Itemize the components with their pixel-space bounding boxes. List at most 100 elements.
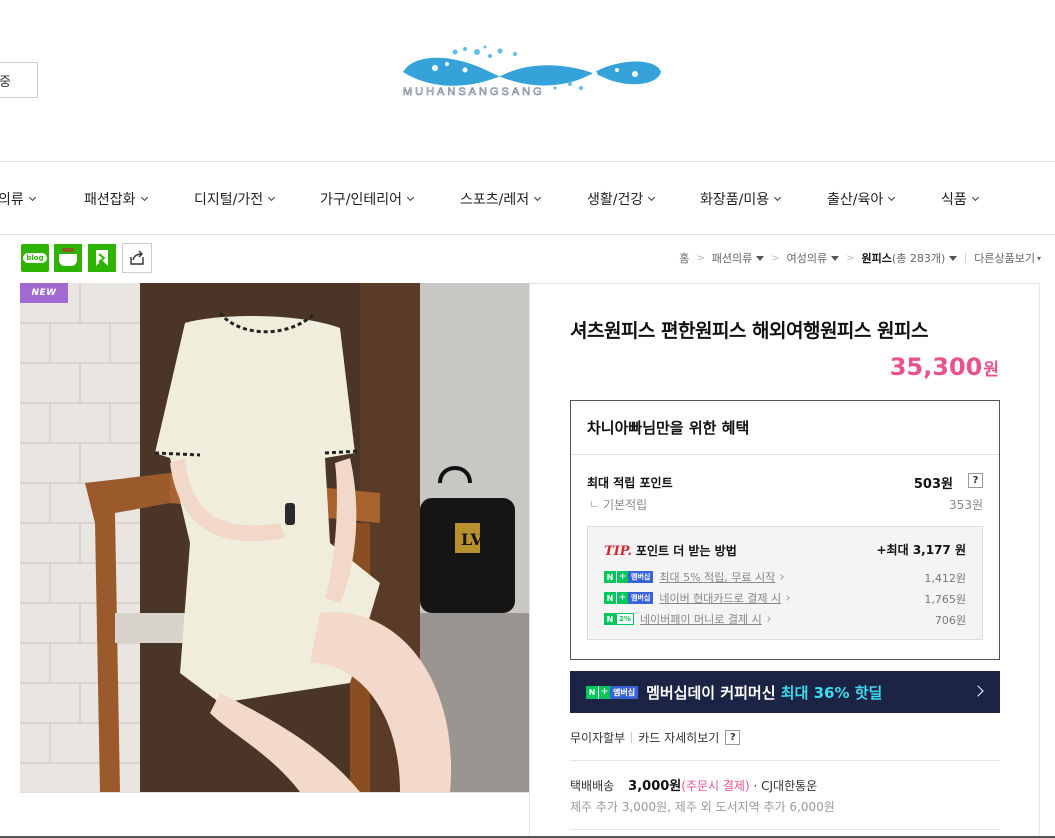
breadcrumb-home[interactable]: 홈 bbox=[679, 250, 689, 266]
tip-value: 1,412원 bbox=[924, 572, 966, 585]
naver-pay-badge: N 2% bbox=[604, 613, 634, 625]
new-badge: NEW bbox=[20, 283, 68, 303]
help-icon[interactable]: ? bbox=[725, 730, 741, 745]
tip-heading-text: 포인트 더 받는 방법 bbox=[635, 544, 737, 558]
plus-icon: + bbox=[616, 571, 628, 583]
plus-icon: + bbox=[616, 592, 628, 604]
plus-icon: + bbox=[598, 685, 610, 699]
breadcrumb-count: (총 283개) bbox=[891, 252, 946, 265]
naver-membership-badge: N + 멤버십 bbox=[604, 571, 654, 583]
base-point-value: 353원 bbox=[949, 498, 983, 512]
nav-item-label: 식품 bbox=[941, 192, 967, 208]
search-input[interactable]: 중 bbox=[0, 62, 38, 98]
shipping-note: (주문시 결제) bbox=[681, 779, 750, 793]
shipping-extra: 제주 추가 3,000원, 제주 외 도서지역 추가 6,000원 bbox=[570, 800, 835, 814]
nav-item-furniture[interactable]: 가구/인테리어 bbox=[320, 189, 415, 209]
breadcrumb-separator: > bbox=[771, 252, 780, 264]
naver-membership-badge: N + 멤버십 bbox=[604, 592, 654, 604]
nav-item-clothing[interactable]: 의류 bbox=[0, 189, 36, 209]
share-button[interactable] bbox=[122, 243, 152, 273]
tip-value: 1,765원 bbox=[924, 593, 966, 606]
payment-divider bbox=[631, 732, 633, 743]
shipping-row: 택배배송 3,000원(주문시 결제) · CJ대한통운 bbox=[570, 775, 817, 794]
caret-down-icon[interactable] bbox=[949, 255, 958, 261]
banner-text: 멤버십데이 커피머신 최대 36% 핫딜 bbox=[646, 682, 882, 703]
nav-item-fashion-goods[interactable]: 패션잡화 bbox=[84, 189, 148, 209]
header-divider bbox=[0, 161, 1055, 162]
caret-down-icon[interactable] bbox=[831, 255, 840, 261]
nav-item-label: 가구/인테리어 bbox=[320, 192, 402, 208]
nav-item-label: 화장품/미용 bbox=[700, 192, 770, 208]
nav-item-baby[interactable]: 출산/육아 bbox=[827, 189, 896, 209]
indent-icon bbox=[591, 501, 597, 507]
tip-row[interactable]: N + 멤버십 최대 5% 적립, 무료 시작 bbox=[604, 569, 785, 585]
chevron-down-icon bbox=[888, 193, 896, 201]
naver-n-icon: N bbox=[604, 592, 616, 604]
tip-link[interactable]: 네이버페이 머니로 결제 시 bbox=[640, 611, 762, 627]
banner-highlight: 최대 36% 핫딜 bbox=[780, 683, 883, 702]
shipping-label: 택배배송 bbox=[570, 779, 615, 793]
chevron-down-icon bbox=[648, 193, 656, 201]
logo-text: MUHANSANGSANG bbox=[403, 86, 545, 99]
nav-item-label: 출산/육아 bbox=[827, 192, 884, 208]
nav-item-label: 스포츠/레저 bbox=[460, 192, 530, 208]
breadcrumb-divider bbox=[965, 253, 967, 263]
nav-item-label: 생활/건강 bbox=[587, 192, 644, 208]
chevron-down-icon bbox=[971, 193, 979, 201]
base-point-label: 기본적립 bbox=[591, 496, 647, 513]
membership-label: 멤버십 bbox=[610, 685, 639, 699]
product-image[interactable]: LV bbox=[20, 283, 529, 792]
shipping-divider bbox=[570, 760, 1000, 761]
max-point-value: 503원 bbox=[913, 477, 953, 492]
product-title: 셔츠원피스 편한원피스 해외여행원피스 원피스 bbox=[570, 320, 928, 342]
nav-divider bbox=[0, 234, 1055, 235]
shipping-carrier: · CJ대한통운 bbox=[753, 779, 818, 793]
breadcrumb-level2[interactable]: 여성의류 bbox=[787, 250, 827, 266]
tip-word: TIP. bbox=[604, 544, 632, 559]
tip-heading: TIP. 포인트 더 받는 방법 bbox=[604, 542, 737, 559]
payment-row: 무이자할부 카드 자세히보기 ? bbox=[570, 729, 741, 746]
chevron-right-icon bbox=[784, 595, 790, 601]
nav-item-beauty[interactable]: 화장품/미용 bbox=[700, 189, 782, 209]
tip-row[interactable]: N 2% 네이버페이 머니로 결제 시 bbox=[604, 611, 771, 627]
help-icon[interactable]: ? bbox=[968, 473, 983, 488]
breadcrumb-level1[interactable]: 패션의류 bbox=[712, 250, 752, 266]
chevron-down-icon bbox=[268, 193, 276, 201]
blog-share-button[interactable]: blog bbox=[21, 244, 49, 272]
tip-link[interactable]: 네이버 현대카드로 결제 시 bbox=[659, 590, 781, 606]
breadcrumb-separator: > bbox=[696, 252, 705, 264]
nav-item-sports[interactable]: 스포츠/레저 bbox=[460, 189, 542, 209]
info-frame-right bbox=[1039, 283, 1040, 838]
price-value: 35,300 bbox=[889, 353, 983, 381]
blog-icon: blog bbox=[23, 253, 47, 263]
base-point-label-text: 기본적립 bbox=[603, 498, 648, 512]
breadcrumb-separator: > bbox=[846, 252, 855, 264]
chevron-right-icon bbox=[764, 616, 771, 622]
card-detail-link[interactable]: 카드 자세히보기 bbox=[638, 729, 719, 746]
chevron-right-icon bbox=[972, 685, 984, 697]
nav-item-living[interactable]: 생활/건강 bbox=[587, 189, 656, 209]
naver-n-icon: N bbox=[586, 685, 598, 699]
shipping-amount: 3,000원 bbox=[628, 779, 682, 794]
cafe-share-button[interactable] bbox=[54, 244, 82, 272]
search-input-text: 중 bbox=[0, 74, 11, 90]
nav-item-digital[interactable]: 디지털/가전 bbox=[194, 189, 276, 209]
membership-day-banner[interactable]: N + 멤버십 멤버십데이 커피머신 최대 36% 핫딜 bbox=[570, 671, 1000, 713]
cafe-icon bbox=[59, 248, 77, 266]
breadcrumb-current[interactable]: 원피스 bbox=[862, 250, 892, 266]
installment-label: 무이자할부 bbox=[570, 731, 626, 745]
tip-link[interactable]: 최대 5% 적립, 무료 시작 bbox=[659, 569, 775, 585]
breadcrumb: 홈 > 패션의류 > 여성의류 > 원피스 (총 283개) 다른상품보기 ▾ bbox=[679, 250, 1041, 266]
benefit-divider bbox=[571, 454, 999, 455]
tip-row[interactable]: N + 멤버십 네이버 현대카드로 결제 시 bbox=[604, 590, 790, 606]
image-frame-right bbox=[529, 283, 530, 838]
other-products-link[interactable]: 다른상품보기 bbox=[974, 250, 1035, 266]
band-share-button[interactable] bbox=[88, 244, 116, 272]
caret-down-icon[interactable] bbox=[756, 255, 765, 261]
tip-value: 706원 bbox=[934, 614, 966, 627]
nav-item-label: 의류 bbox=[0, 192, 24, 208]
nav-item-label: 패션잡화 bbox=[84, 192, 136, 208]
image-frame-bottom bbox=[20, 792, 530, 793]
nav-item-food[interactable]: 식품 bbox=[941, 189, 979, 209]
nav-item-label: 디지털/가전 bbox=[194, 192, 264, 208]
